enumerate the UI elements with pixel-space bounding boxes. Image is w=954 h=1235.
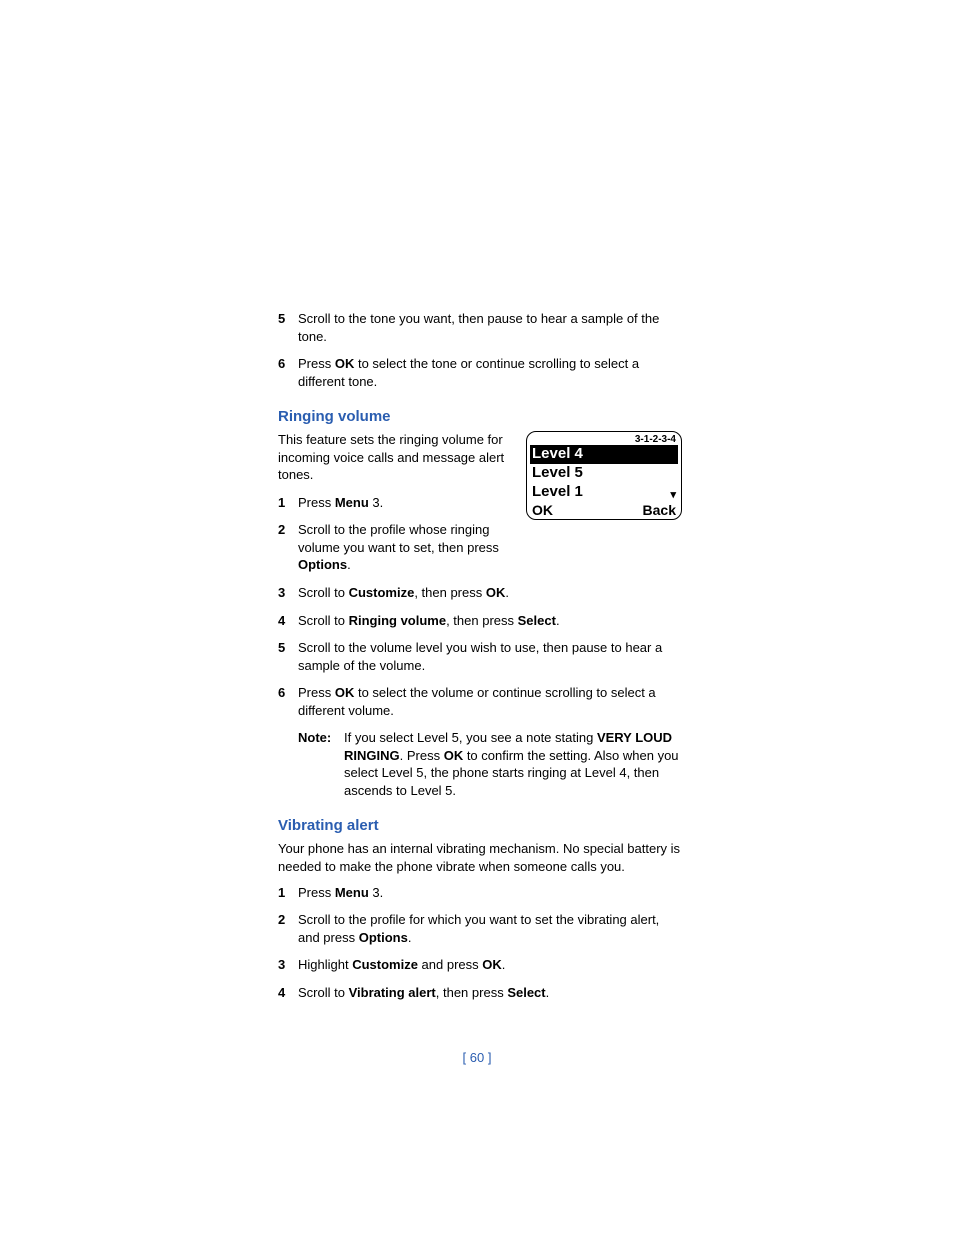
scroll-down-icon: ▾ bbox=[670, 489, 676, 503]
step-number: 5 bbox=[278, 639, 298, 657]
bold-term: Select bbox=[507, 985, 545, 1000]
step-text: Scroll to Ringing volume, then press Sel… bbox=[298, 612, 682, 630]
bold-term: Menu bbox=[335, 495, 369, 510]
bold-term: Customize bbox=[352, 957, 418, 972]
step-number: 6 bbox=[278, 355, 298, 373]
manual-page: 5Scroll to the tone you want, then pause… bbox=[278, 310, 682, 1011]
ringing-note: Note: If you select Level 5, you see a n… bbox=[298, 729, 682, 799]
step-item: 6Press OK to select the tone or continue… bbox=[278, 355, 682, 390]
bold-term: Vibrating alert bbox=[349, 985, 436, 1000]
bold-term: Select bbox=[518, 613, 556, 628]
top-continued-steps: 5Scroll to the tone you want, then pause… bbox=[278, 310, 682, 390]
step-number: 1 bbox=[278, 494, 298, 512]
bold-term: Customize bbox=[349, 585, 415, 600]
bold-term: OK bbox=[335, 685, 355, 700]
bold-term: Menu bbox=[335, 885, 369, 900]
step-text: Scroll to the profile for which you want… bbox=[298, 911, 682, 946]
step-item: 1Press Menu 3. bbox=[278, 884, 682, 902]
step-text: Scroll to the tone you want, then pause … bbox=[298, 310, 682, 345]
step-item: 3Scroll to Customize, then press OK. bbox=[278, 584, 682, 602]
ringing-intro-block: 3-1-2-3-4 Level 4Level 5Level 1▾ OK Back… bbox=[278, 431, 682, 584]
step-text: Press OK to select the tone or continue … bbox=[298, 355, 682, 390]
bold-term: OK bbox=[444, 748, 464, 763]
phone-softkeys: OK Back bbox=[530, 502, 678, 518]
step-item: 5Scroll to the tone you want, then pause… bbox=[278, 310, 682, 345]
step-item: 3Highlight Customize and press OK. bbox=[278, 956, 682, 974]
step-item: 4Scroll to Ringing volume, then press Se… bbox=[278, 612, 682, 630]
bold-term: OK bbox=[486, 585, 506, 600]
bold-term: VERY LOUD RINGING bbox=[344, 730, 672, 763]
step-text: Scroll to Vibrating alert, then press Se… bbox=[298, 984, 682, 1002]
step-text: Scroll to the profile whose ringing volu… bbox=[298, 521, 516, 574]
phone-list-row: Level 4 bbox=[530, 445, 678, 464]
step-number: 3 bbox=[278, 584, 298, 602]
step-text: Press Menu 3. bbox=[298, 884, 682, 902]
phone-screen-figure: 3-1-2-3-4 Level 4Level 5Level 1▾ OK Back bbox=[526, 431, 682, 520]
bold-term: OK bbox=[335, 356, 355, 371]
heading-vibrating-alert: Vibrating alert bbox=[278, 817, 682, 834]
step-number: 1 bbox=[278, 884, 298, 902]
step-text: Press Menu 3. bbox=[298, 494, 516, 512]
step-number: 5 bbox=[278, 310, 298, 328]
ringing-steps-rest: 3Scroll to Customize, then press OK.4Scr… bbox=[278, 584, 682, 719]
bold-term: Options bbox=[359, 930, 408, 945]
step-item: 2Scroll to the profile whose ringing vol… bbox=[278, 521, 516, 574]
step-number: 4 bbox=[278, 984, 298, 1002]
bold-term: Options bbox=[298, 557, 347, 572]
phone-list-row: Level 5 bbox=[530, 464, 678, 483]
step-item: 2Scroll to the profile for which you wan… bbox=[278, 911, 682, 946]
step-number: 2 bbox=[278, 521, 298, 539]
phone-screen-box: 3-1-2-3-4 Level 4Level 5Level 1▾ OK Back bbox=[526, 431, 682, 520]
step-item: 4Scroll to Vibrating alert, then press S… bbox=[278, 984, 682, 1002]
phone-list-row: Level 1▾ bbox=[530, 483, 678, 502]
step-number: 2 bbox=[278, 911, 298, 929]
bold-term: OK bbox=[482, 957, 502, 972]
step-text: Highlight Customize and press OK. bbox=[298, 956, 682, 974]
vibrating-steps: 1Press Menu 3.2Scroll to the profile for… bbox=[278, 884, 682, 1002]
softkey-left: OK bbox=[532, 502, 553, 518]
step-number: 3 bbox=[278, 956, 298, 974]
vibrating-intro-text: Your phone has an internal vibrating mec… bbox=[278, 840, 682, 875]
page-number: [ 60 ] bbox=[0, 1050, 954, 1065]
step-item: 5Scroll to the volume level you wish to … bbox=[278, 639, 682, 674]
heading-ringing-volume: Ringing volume bbox=[278, 408, 682, 425]
note-body: If you select Level 5, you see a note st… bbox=[344, 729, 682, 799]
step-number: 6 bbox=[278, 684, 298, 702]
softkey-right: Back bbox=[643, 502, 676, 518]
step-text: Scroll to Customize, then press OK. bbox=[298, 584, 682, 602]
step-text: Press OK to select the volume or continu… bbox=[298, 684, 682, 719]
note-label: Note: bbox=[298, 729, 344, 799]
step-text: Scroll to the volume level you wish to u… bbox=[298, 639, 682, 674]
step-item: 6Press OK to select the volume or contin… bbox=[278, 684, 682, 719]
step-item: 1Press Menu 3. bbox=[278, 494, 516, 512]
step-number: 4 bbox=[278, 612, 298, 630]
bold-term: Ringing volume bbox=[349, 613, 447, 628]
phone-menu-path: 3-1-2-3-4 bbox=[530, 434, 678, 445]
